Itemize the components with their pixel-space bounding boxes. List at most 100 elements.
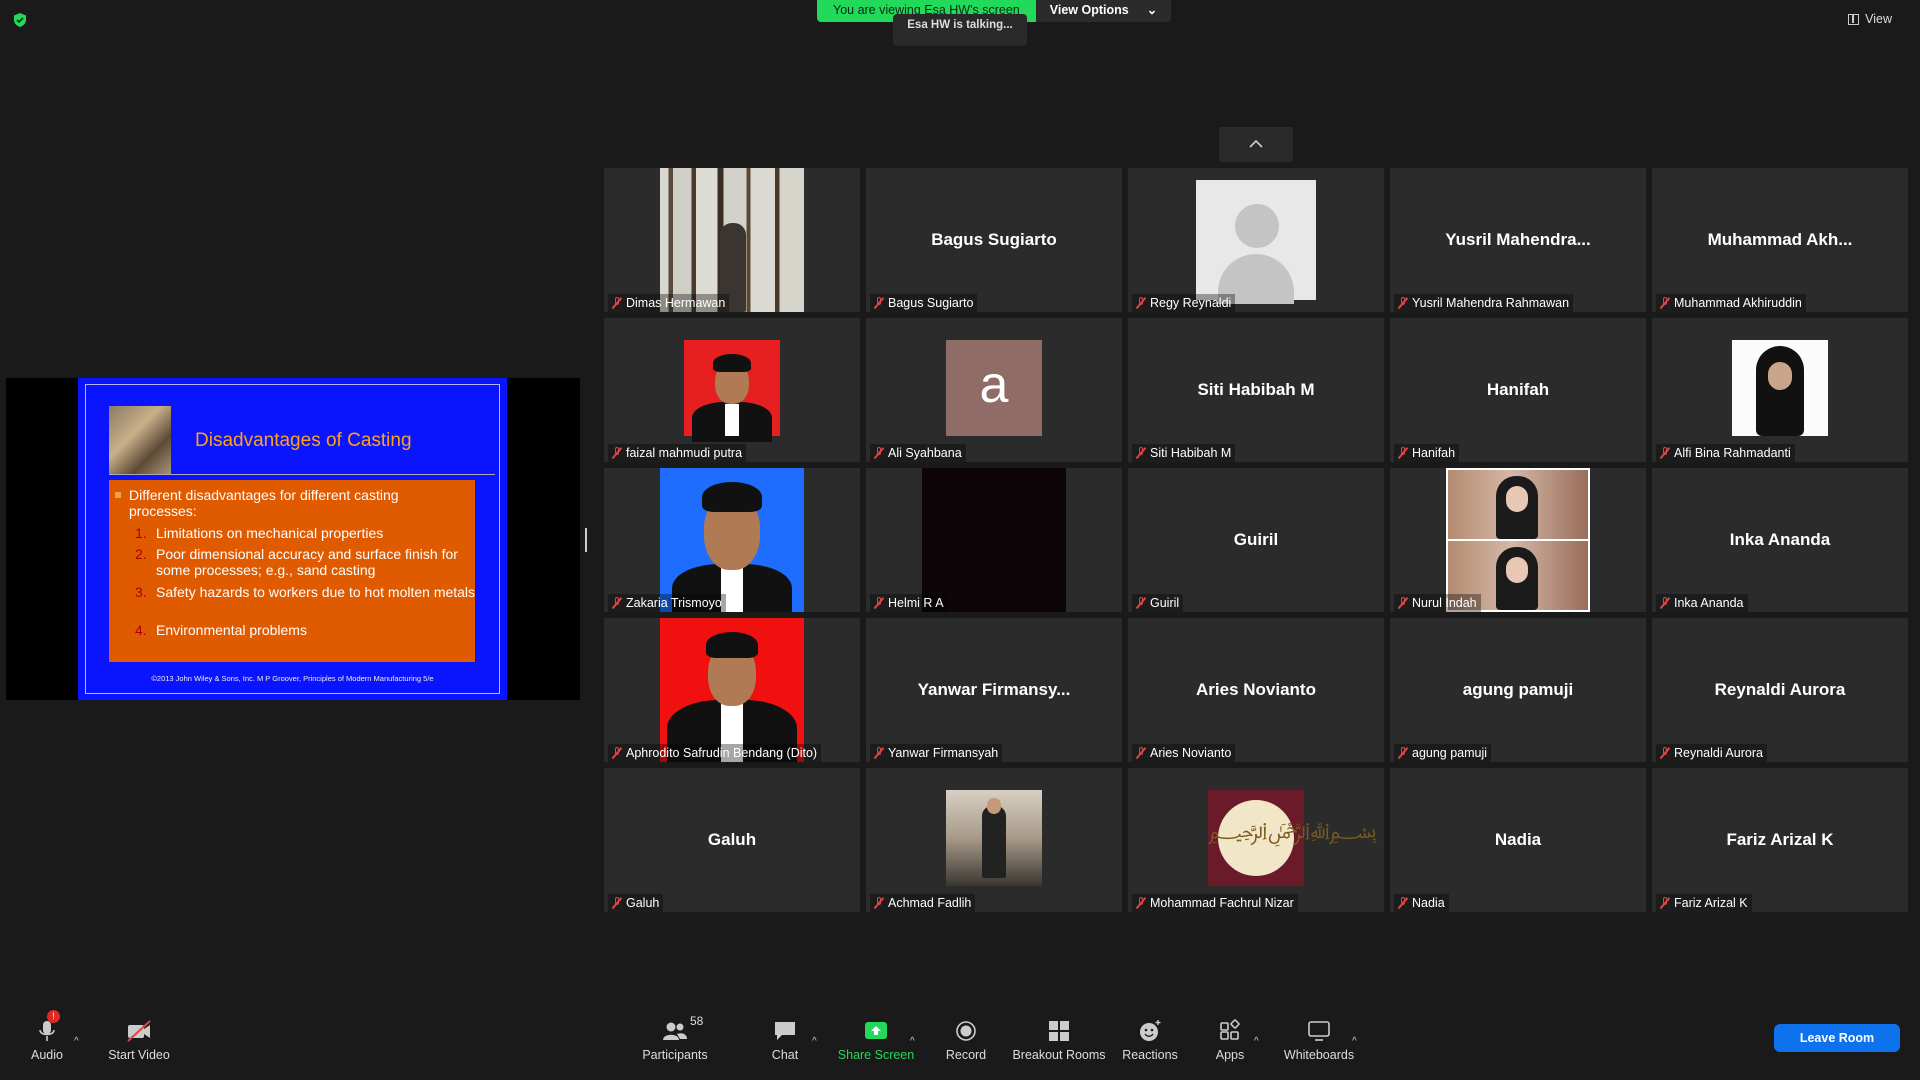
- participant-name-label: Alfi Bina Rahmadanti: [1656, 444, 1795, 462]
- participant-tile[interactable]: Yusril Mahendra... Yusril Mahendra Rahmaw…: [1390, 168, 1646, 312]
- participant-tile[interactable]: agung pamuji agung pamuji: [1390, 618, 1646, 762]
- chat-button[interactable]: Chat: [760, 1000, 810, 1080]
- chat-label: Chat: [771, 1048, 799, 1062]
- muted-microphone-icon: [874, 597, 884, 609]
- start-video-button[interactable]: Start Video: [104, 1000, 174, 1080]
- participant-name-label: Achmad Fadlih: [870, 894, 976, 912]
- slide-item-number: 2.: [135, 546, 147, 562]
- participant-name: Ali Syahbana: [888, 446, 962, 460]
- participant-tile[interactable]: Reynaldi Aurora Reynaldi Aurora: [1652, 618, 1908, 762]
- participant-tile[interactable]: Galuh Galuh: [604, 768, 860, 912]
- slide-item-number: 3.: [135, 584, 147, 600]
- view-button[interactable]: View: [1848, 12, 1892, 26]
- participant-name-label: Reynaldi Aurora: [1656, 744, 1767, 762]
- participant-name-label: Yanwar Firmansyah: [870, 744, 1003, 762]
- participant-name: Achmad Fadlih: [888, 896, 972, 910]
- apps-options-caret[interactable]: ^: [1254, 1036, 1262, 1047]
- participant-tile[interactable]: Dimas Hermawan: [604, 168, 860, 312]
- participant-tile[interactable]: Achmad Fadlih: [866, 768, 1122, 912]
- participant-name: Muhammad Akhiruddin: [1674, 296, 1802, 310]
- participant-name: Galuh: [626, 896, 660, 910]
- muted-microphone-icon: [1660, 597, 1670, 609]
- whiteboards-options-caret[interactable]: ^: [1352, 1036, 1360, 1047]
- muted-microphone-icon: [874, 297, 884, 309]
- audio-button[interactable]: Audio: [22, 1000, 72, 1080]
- audio-options-caret[interactable]: ^: [74, 1036, 82, 1047]
- muted-microphone-icon: [1660, 447, 1670, 459]
- talking-text: Esa HW is talking...: [907, 19, 1013, 31]
- view-options-button[interactable]: View Options ⌄: [1035, 0, 1172, 22]
- participant-tile[interactable]: a Ali Syahbana: [866, 318, 1122, 462]
- participant-tile[interactable]: Muhammad Akh... Muhammad Akhiruddin: [1652, 168, 1908, 312]
- muted-microphone-icon: [1136, 297, 1146, 309]
- chat-options-caret[interactable]: ^: [812, 1036, 820, 1047]
- slide-item: Environmental problems: [156, 622, 307, 638]
- participant-display-name: Inka Ananda: [1729, 530, 1831, 549]
- muted-microphone-icon: [1136, 447, 1146, 459]
- audio-label: Audio: [31, 1048, 63, 1062]
- muted-microphone-icon: [1398, 897, 1408, 909]
- participant-name-label: Galuh: [608, 894, 664, 912]
- muted-microphone-icon: [1398, 747, 1408, 759]
- participant-tile[interactable]: Nurul Indah: [1390, 468, 1646, 612]
- participant-name: Bagus Sugiarto: [888, 296, 974, 310]
- participant-name-label: Mohammad Fachrul Nizar: [1132, 894, 1298, 912]
- gallery-previous-page-button[interactable]: [1219, 127, 1293, 162]
- slide-item: Poor dimensional accuracy and surface fi…: [156, 546, 458, 578]
- participant-name: Helmi R A: [888, 596, 944, 610]
- participant-tile[interactable]: Aries Novianto Aries Novianto: [1128, 618, 1384, 762]
- share-screen-button[interactable]: Share Screen: [836, 1000, 916, 1080]
- start-video-label: Start Video: [108, 1048, 170, 1062]
- participant-tile[interactable]: Inka Ananda Inka Ananda: [1652, 468, 1908, 612]
- muted-microphone-icon: [612, 597, 622, 609]
- security-shield-icon[interactable]: [12, 12, 28, 28]
- muted-microphone-icon: [612, 297, 622, 309]
- slide-item: Limitations on mechanical properties: [156, 525, 384, 541]
- muted-microphone-icon: [612, 747, 622, 759]
- participant-tile[interactable]: Hanifah Hanifah: [1390, 318, 1646, 462]
- participant-tile[interactable]: Aphrodito Safrudin Bendang (Dito): [604, 618, 860, 762]
- participant-tile[interactable]: faizal mahmudi putra: [604, 318, 860, 462]
- muted-microphone-icon: [612, 897, 622, 909]
- participant-tile[interactable]: Yanwar Firmansy... Yanwar Firmansyah: [866, 618, 1122, 762]
- participant-tile[interactable]: Siti Habibah M Siti Habibah M: [1128, 318, 1384, 462]
- participant-name-label: Muhammad Akhiruddin: [1656, 294, 1806, 312]
- apps-button[interactable]: Apps: [1208, 1000, 1252, 1080]
- participant-name: Guiril: [1150, 596, 1180, 610]
- participant-tile[interactable]: ﷽ Mohammad Fachrul Nizar: [1128, 768, 1384, 912]
- participant-name: Zakaria Trismoyo: [626, 596, 722, 610]
- participant-name-label: Fariz Arizal K: [1656, 894, 1752, 912]
- breakout-rooms-button[interactable]: Breakout Rooms: [1012, 1000, 1106, 1080]
- share-options-caret[interactable]: ^: [910, 1036, 918, 1047]
- grid-view-icon: [1848, 13, 1860, 25]
- muted-microphone-icon: [1398, 447, 1408, 459]
- participant-name-label: Ali Syahbana: [870, 444, 966, 462]
- participant-tile[interactable]: Bagus Sugiarto Bagus Sugiarto: [866, 168, 1122, 312]
- view-options-label: View Options: [1049, 3, 1129, 17]
- active-speaker-indicator: Esa HW is talking...: [893, 14, 1027, 46]
- split-view-divider-handle[interactable]: [585, 528, 587, 552]
- whiteboards-button[interactable]: Whiteboards: [1280, 1000, 1358, 1080]
- muted-microphone-icon: [874, 897, 884, 909]
- participant-name: Mohammad Fachrul Nizar: [1150, 896, 1294, 910]
- participant-tile[interactable]: Zakaria Trismoyo: [604, 468, 860, 612]
- record-button[interactable]: Record: [940, 1000, 992, 1080]
- participant-tile[interactable]: Regy Reynaldi: [1128, 168, 1384, 312]
- bullet-icon: [115, 492, 121, 498]
- participant-name-label: Helmi R A: [870, 594, 948, 612]
- leave-room-button[interactable]: Leave Room: [1774, 1024, 1900, 1052]
- participant-tile[interactable]: Fariz Arizal K Fariz Arizal K: [1652, 768, 1908, 912]
- participant-name-label: Bagus Sugiarto: [870, 294, 978, 312]
- shared-screen[interactable]: Disadvantages of Casting Different disad…: [6, 378, 580, 700]
- participant-tile[interactable]: Guiril Guiril: [1128, 468, 1384, 612]
- participant-photo: ﷽: [1208, 790, 1377, 886]
- participant-tile[interactable]: Nadia Nadia: [1390, 768, 1646, 912]
- participant-tile[interactable]: Helmi R A: [866, 468, 1122, 612]
- participants-icon: [663, 1022, 687, 1040]
- reactions-button[interactable]: Reactions: [1120, 1000, 1180, 1080]
- participant-tile[interactable]: Alfi Bina Rahmadanti: [1652, 318, 1908, 462]
- participants-button[interactable]: Participants: [640, 1000, 710, 1080]
- participant-video: [922, 468, 1066, 612]
- participant-photo: [684, 340, 780, 442]
- participant-display-name: Muhammad Akh...: [1707, 230, 1853, 249]
